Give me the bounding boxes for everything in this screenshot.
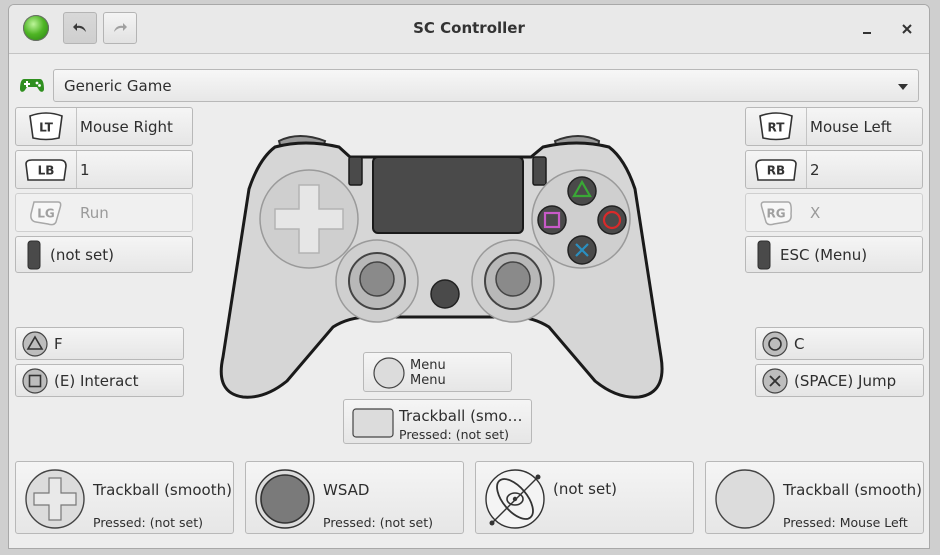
- main-window: SC Controller Generic Game LT Mouse Righ…: [8, 4, 930, 549]
- menu-circle-icon: [373, 357, 405, 389]
- gyro-icon: [485, 469, 545, 529]
- profile-select-value: Generic Game: [64, 77, 172, 95]
- rt-label: Mouse Left: [810, 117, 892, 136]
- right-stick-click-button[interactable]: ESC (Menu): [745, 236, 923, 273]
- touchpad-shape: [372, 156, 524, 234]
- square-icon: [20, 365, 50, 396]
- touchpad-icon: [352, 408, 394, 438]
- touchpad-press-button[interactable]: Trackball (smo… Pressed: (not set): [343, 399, 532, 444]
- share-button-shape: [348, 156, 363, 186]
- circle-label: C: [794, 334, 805, 353]
- dpad-binding-button[interactable]: Trackball (smooth) Pressed: (not set): [15, 461, 234, 534]
- rg-badge-text: RG: [766, 206, 785, 220]
- rg-grip-button[interactable]: RG X: [745, 193, 923, 232]
- lt-trigger-button[interactable]: LT Mouse Right: [15, 107, 193, 146]
- title-bar: SC Controller: [9, 5, 929, 54]
- rg-badge-icon: RG: [746, 194, 806, 231]
- rpad-binding-pressed: Pressed: Mouse Left: [783, 515, 908, 530]
- lg-badge-icon: LG: [16, 194, 76, 231]
- lt-badge-icon: LT: [16, 108, 77, 145]
- gyro-binding-button[interactable]: (not set): [475, 461, 694, 534]
- circle-face-shape: [597, 205, 627, 235]
- touchpad-pressed-label: Pressed: (not set): [399, 427, 510, 442]
- minimize-icon: [863, 32, 871, 34]
- rb-bumper-button[interactable]: RB 2: [745, 150, 923, 189]
- window-title: SC Controller: [413, 19, 525, 37]
- left-stick-cap: [359, 261, 395, 297]
- gamepad-icon: [19, 75, 45, 95]
- square-face-shape: [537, 205, 567, 235]
- circle-icon: [760, 328, 790, 359]
- dpad-icon: [25, 469, 85, 529]
- stick-binding-button[interactable]: WSAD Pressed: (not set): [245, 461, 464, 534]
- lt-label: Mouse Right: [80, 117, 173, 136]
- chevron-down-icon: [898, 84, 908, 90]
- stick-binding-pressed: Pressed: (not set): [323, 515, 434, 530]
- square-button[interactable]: (E) Interact: [15, 364, 184, 397]
- stick-icon: [255, 469, 315, 529]
- rt-badge-text: RT: [768, 120, 786, 134]
- minimize-button[interactable]: [857, 19, 877, 39]
- dpad-binding-title: Trackball (smooth): [93, 481, 232, 499]
- triangle-button[interactable]: F: [15, 327, 184, 360]
- cross-icon: [760, 365, 790, 396]
- rt-trigger-button[interactable]: RT Mouse Left: [745, 107, 923, 146]
- cross-label: (SPACE) Jump: [794, 371, 897, 390]
- stick-click-icon: [20, 237, 48, 272]
- right-pad-icon: [715, 469, 775, 529]
- close-button[interactable]: [897, 19, 917, 39]
- rpad-binding-title: Trackball (smooth): [783, 481, 922, 499]
- profile-select[interactable]: Generic Game: [53, 69, 919, 102]
- left-stick-click-button[interactable]: (not set): [15, 236, 193, 273]
- square-label: (E) Interact: [54, 371, 139, 390]
- right-stick-cap: [495, 261, 531, 297]
- triangle-icon: [20, 328, 50, 359]
- lg-badge-text: LG: [37, 206, 55, 220]
- menu-label-line2: Menu: [410, 373, 446, 388]
- stick-click-icon: [750, 237, 778, 272]
- menu-label-line1: Menu: [410, 358, 446, 373]
- options-button-shape: [532, 156, 547, 186]
- cross-button[interactable]: (SPACE) Jump: [755, 364, 924, 397]
- lb-bumper-button[interactable]: LB 1: [15, 150, 193, 189]
- rpad-binding-button[interactable]: Trackball (smooth) Pressed: Mouse Left: [705, 461, 924, 534]
- menu-button[interactable]: Menu Menu: [363, 352, 512, 392]
- right-stick-click-label: ESC (Menu): [780, 245, 868, 264]
- stick-binding-title: WSAD: [323, 481, 370, 499]
- lt-badge-text: LT: [39, 120, 54, 134]
- dpad-binding-pressed: Pressed: (not set): [93, 515, 204, 530]
- close-icon: [902, 24, 912, 34]
- left-stick-click-label: (not set): [50, 245, 114, 264]
- rb-label: 2: [810, 160, 820, 179]
- triangle-label: F: [54, 334, 63, 353]
- rb-badge-text: RB: [767, 163, 785, 177]
- home-button-shape: [430, 279, 460, 309]
- circle-button[interactable]: C: [755, 327, 924, 360]
- lb-badge-text: LB: [38, 163, 55, 177]
- gyro-binding-title: (not set): [553, 480, 617, 498]
- rt-badge-icon: RT: [746, 108, 807, 145]
- rb-badge-icon: RB: [746, 151, 807, 188]
- lg-label: Run: [80, 203, 109, 222]
- touchpad-label: Trackball (smo…: [399, 407, 523, 425]
- lg-grip-button[interactable]: LG Run: [15, 193, 193, 232]
- lb-badge-icon: LB: [16, 151, 77, 188]
- rg-label: X: [810, 203, 821, 222]
- lb-label: 1: [80, 160, 90, 179]
